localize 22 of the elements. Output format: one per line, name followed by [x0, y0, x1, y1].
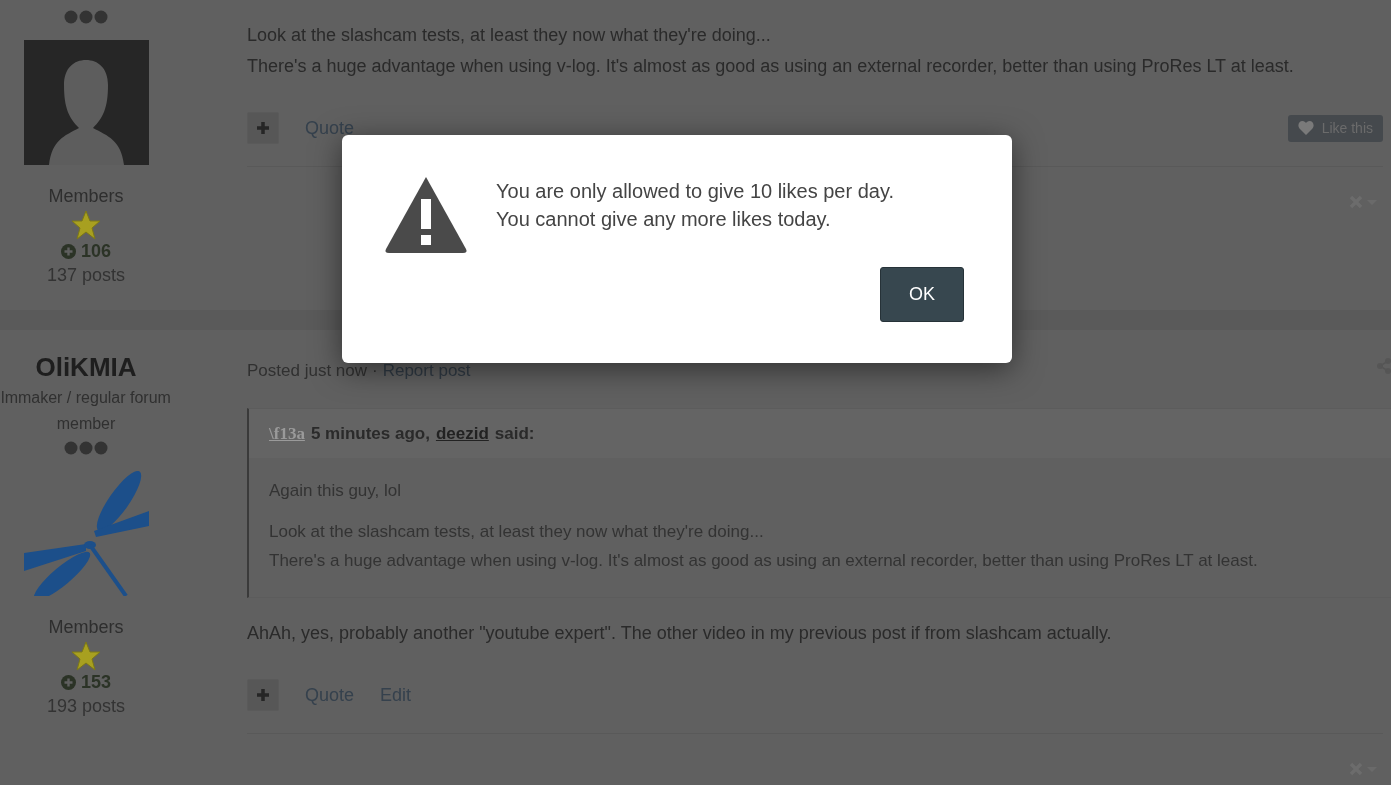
warning-icon — [384, 175, 468, 255]
plus-circle-icon — [60, 674, 76, 690]
add-button[interactable] — [247, 112, 279, 144]
quote-time: 5 minutes ago, — [310, 422, 430, 445]
reputation-count: 153 — [80, 671, 111, 694]
dialog-message: You are only allowed to give 10 likes per day. — [496, 179, 895, 204]
username[interactable]: OliKMIA — [35, 352, 137, 384]
plus-circle-icon — [60, 243, 76, 259]
ok-button[interactable]: OK — [880, 267, 964, 322]
plus-icon — [256, 688, 270, 702]
star-icon — [71, 641, 101, 672]
quote-said: said: — [494, 422, 535, 445]
rank-dots — [64, 441, 108, 456]
plus-icon — [256, 121, 270, 135]
heart-icon — [1297, 121, 1314, 135]
quoted-user-link[interactable]: deezid — [435, 420, 489, 446]
dialog-message: You cannot give any more likes today. — [496, 207, 832, 232]
separator-dot: · — [372, 360, 378, 382]
add-button[interactable] — [247, 679, 279, 711]
star-icon — [71, 210, 101, 240]
reputation-count: 106 — [80, 240, 111, 262]
rank-dots — [64, 10, 108, 24]
